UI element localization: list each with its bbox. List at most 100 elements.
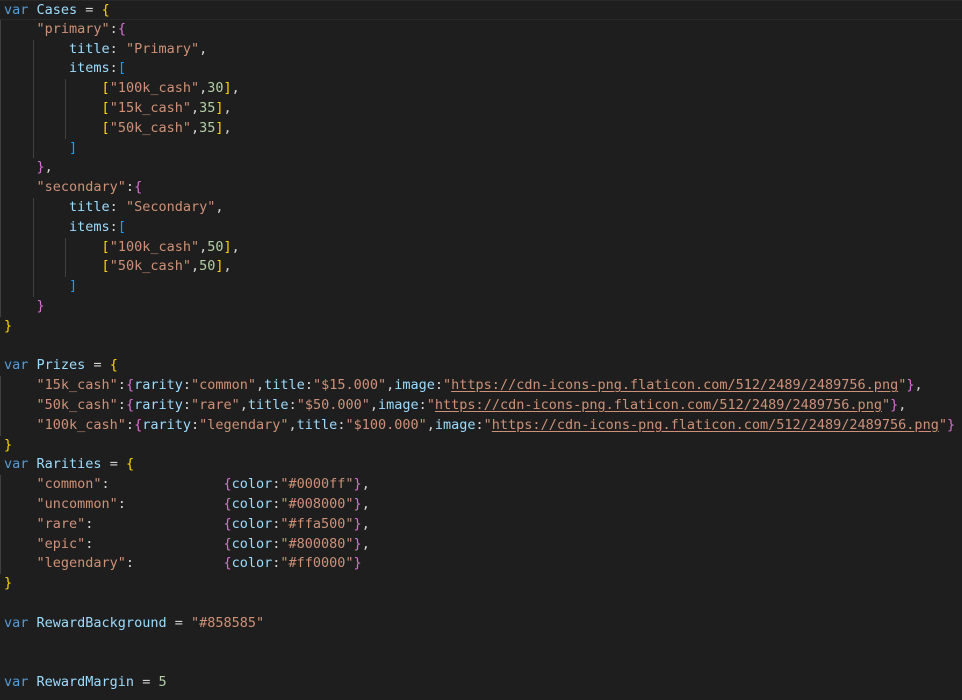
code-line[interactable]: var Rarities = {	[0, 455, 962, 475]
code-line[interactable]: var RewardBackground = "#858585"	[0, 614, 962, 634]
code-content-area[interactable]: var Cases = { "primary":{ title: "Primar…	[0, 0, 962, 693]
code-punctuation: ,	[223, 99, 232, 116]
code-identifier: color	[231, 515, 273, 532]
code-line[interactable]: "rare": {color:"#ffa500"},	[0, 514, 962, 535]
code-bracket: {	[125, 456, 135, 473]
code-line[interactable]: title: "Secondary",	[0, 197, 962, 218]
code-line[interactable]: items:[	[0, 217, 962, 238]
code-bracket: ]	[223, 80, 232, 97]
code-line[interactable]	[0, 594, 962, 614]
code-line[interactable]: ["100k_cash",30],	[0, 79, 962, 99]
code-line-text: var Cases = {	[4, 2, 110, 18]
code-punctuation: ,	[914, 377, 923, 394]
code-identifier: color	[231, 555, 273, 572]
code-line[interactable]: var Prizes = {	[0, 356, 962, 376]
code-punctuation: ,	[190, 119, 200, 136]
code-punctuation	[4, 80, 102, 96]
code-line[interactable]: var Cases = {	[0, 0, 962, 20]
code-link[interactable]: https://cdn-icons-png.flaticon.com/512/2…	[451, 377, 898, 393]
code-bracket: {	[223, 555, 232, 572]
code-string: "uncommon"	[36, 495, 118, 512]
code-punctuation: :	[190, 416, 200, 433]
code-punctuation	[4, 516, 37, 532]
code-punctuation: ,	[215, 198, 224, 215]
code-line-text: ]	[4, 140, 77, 156]
code-keyword: var	[4, 357, 29, 374]
code-line[interactable]: }	[0, 296, 962, 317]
code-line[interactable]	[0, 653, 962, 673]
code-line[interactable]: title: "Primary",	[0, 39, 962, 60]
indent-guide	[0, 296, 1, 317]
code-string: "#008000"	[280, 495, 354, 512]
code-bracket: {	[109, 357, 118, 374]
code-string: "epic"	[36, 535, 86, 552]
indent-guide	[0, 178, 1, 198]
code-punctuation: ,	[369, 396, 378, 413]
code-string: "legendary"	[36, 555, 126, 572]
code-line[interactable]: ["50k_cash",50],	[0, 257, 962, 278]
code-line-text: },	[4, 159, 53, 175]
code-line[interactable]: "common": {color:"#0000ff"},	[0, 475, 962, 495]
code-bracket: }	[353, 555, 362, 572]
code-punctuation: ,	[288, 416, 297, 433]
code-number: 35	[199, 119, 216, 136]
code-punctuation: :	[117, 377, 126, 394]
code-line[interactable]: ]	[0, 138, 962, 159]
code-line[interactable]: "uncommon": {color:"#008000"},	[0, 494, 962, 515]
code-string: "common"	[191, 377, 257, 394]
code-punctuation	[4, 179, 37, 195]
code-string: "primary"	[36, 20, 110, 37]
code-line[interactable]: "50k_cash":{rarity:"rare",title:"$50.000…	[0, 395, 962, 416]
code-line[interactable]: ["15k_cash",35],	[0, 98, 962, 119]
code-line-text: title: "Secondary",	[4, 199, 223, 215]
code-identifier: Prizes	[36, 357, 86, 374]
code-punctuation: =	[85, 357, 110, 374]
code-line[interactable]: ["100k_cash",50],	[0, 237, 962, 258]
code-line[interactable]: ["50k_cash",35],	[0, 118, 962, 139]
indent-guide	[0, 514, 1, 535]
code-string: "$15.000"	[312, 377, 387, 394]
code-link[interactable]: https://cdn-icons-png.flaticon.com/512/2…	[435, 397, 882, 413]
code-punctuation: :	[109, 198, 126, 215]
code-line[interactable]: "secondary":{	[0, 178, 962, 198]
code-line[interactable]: "100k_cash":{rarity:"legendary",title:"$…	[0, 415, 962, 436]
code-line[interactable]: "primary":{	[0, 19, 962, 40]
code-string: "100k_cash"	[109, 80, 200, 97]
code-punctuation: =	[101, 456, 126, 473]
code-identifier: image	[434, 416, 476, 433]
code-line[interactable]: "epic": {color:"#800080"},	[0, 534, 962, 555]
code-bracket: {	[117, 20, 126, 37]
code-identifier: rarity	[134, 377, 183, 394]
indent-guide	[0, 158, 1, 179]
code-punctuation	[4, 496, 37, 512]
code-line[interactable]: items:[	[0, 59, 962, 80]
code-line[interactable]: var RewardMargin = 5	[0, 673, 962, 693]
code-bracket: {	[125, 377, 135, 394]
code-punctuation: ,	[361, 476, 370, 493]
code-line[interactable]: }	[0, 436, 962, 456]
indent-guide	[0, 554, 1, 575]
code-punctuation	[4, 476, 37, 492]
code-line[interactable]: ]	[0, 277, 962, 297]
code-punctuation: :	[475, 416, 484, 433]
code-line[interactable]: "15k_cash":{rarity:"common",title:"$15.0…	[0, 376, 962, 396]
code-line[interactable]	[0, 634, 962, 654]
code-bracket: }	[353, 535, 362, 552]
code-line-text: "100k_cash":{rarity:"legendary",title:"$…	[4, 416, 956, 433]
code-line[interactable]: }	[0, 317, 962, 337]
code-link[interactable]: https://cdn-icons-png.flaticon.com/512/2…	[492, 417, 939, 433]
code-identifier: rarity	[134, 396, 183, 413]
code-punctuation: ,	[199, 238, 208, 255]
code-line[interactable]	[0, 337, 962, 357]
code-punctuation: =	[166, 614, 191, 631]
code-number: 50	[199, 258, 216, 275]
code-line-text: }	[4, 437, 12, 453]
code-editor[interactable]: var Cases = { "primary":{ title: "Primar…	[0, 0, 962, 700]
indent-guide	[0, 415, 1, 436]
code-line[interactable]: }	[0, 574, 962, 594]
code-punctuation: :	[125, 416, 135, 433]
code-line[interactable]: },	[0, 158, 962, 179]
code-punctuation	[4, 60, 69, 76]
code-line[interactable]: "legendary": {color:"#ff0000"}	[0, 554, 962, 575]
code-punctuation: :	[109, 20, 118, 37]
